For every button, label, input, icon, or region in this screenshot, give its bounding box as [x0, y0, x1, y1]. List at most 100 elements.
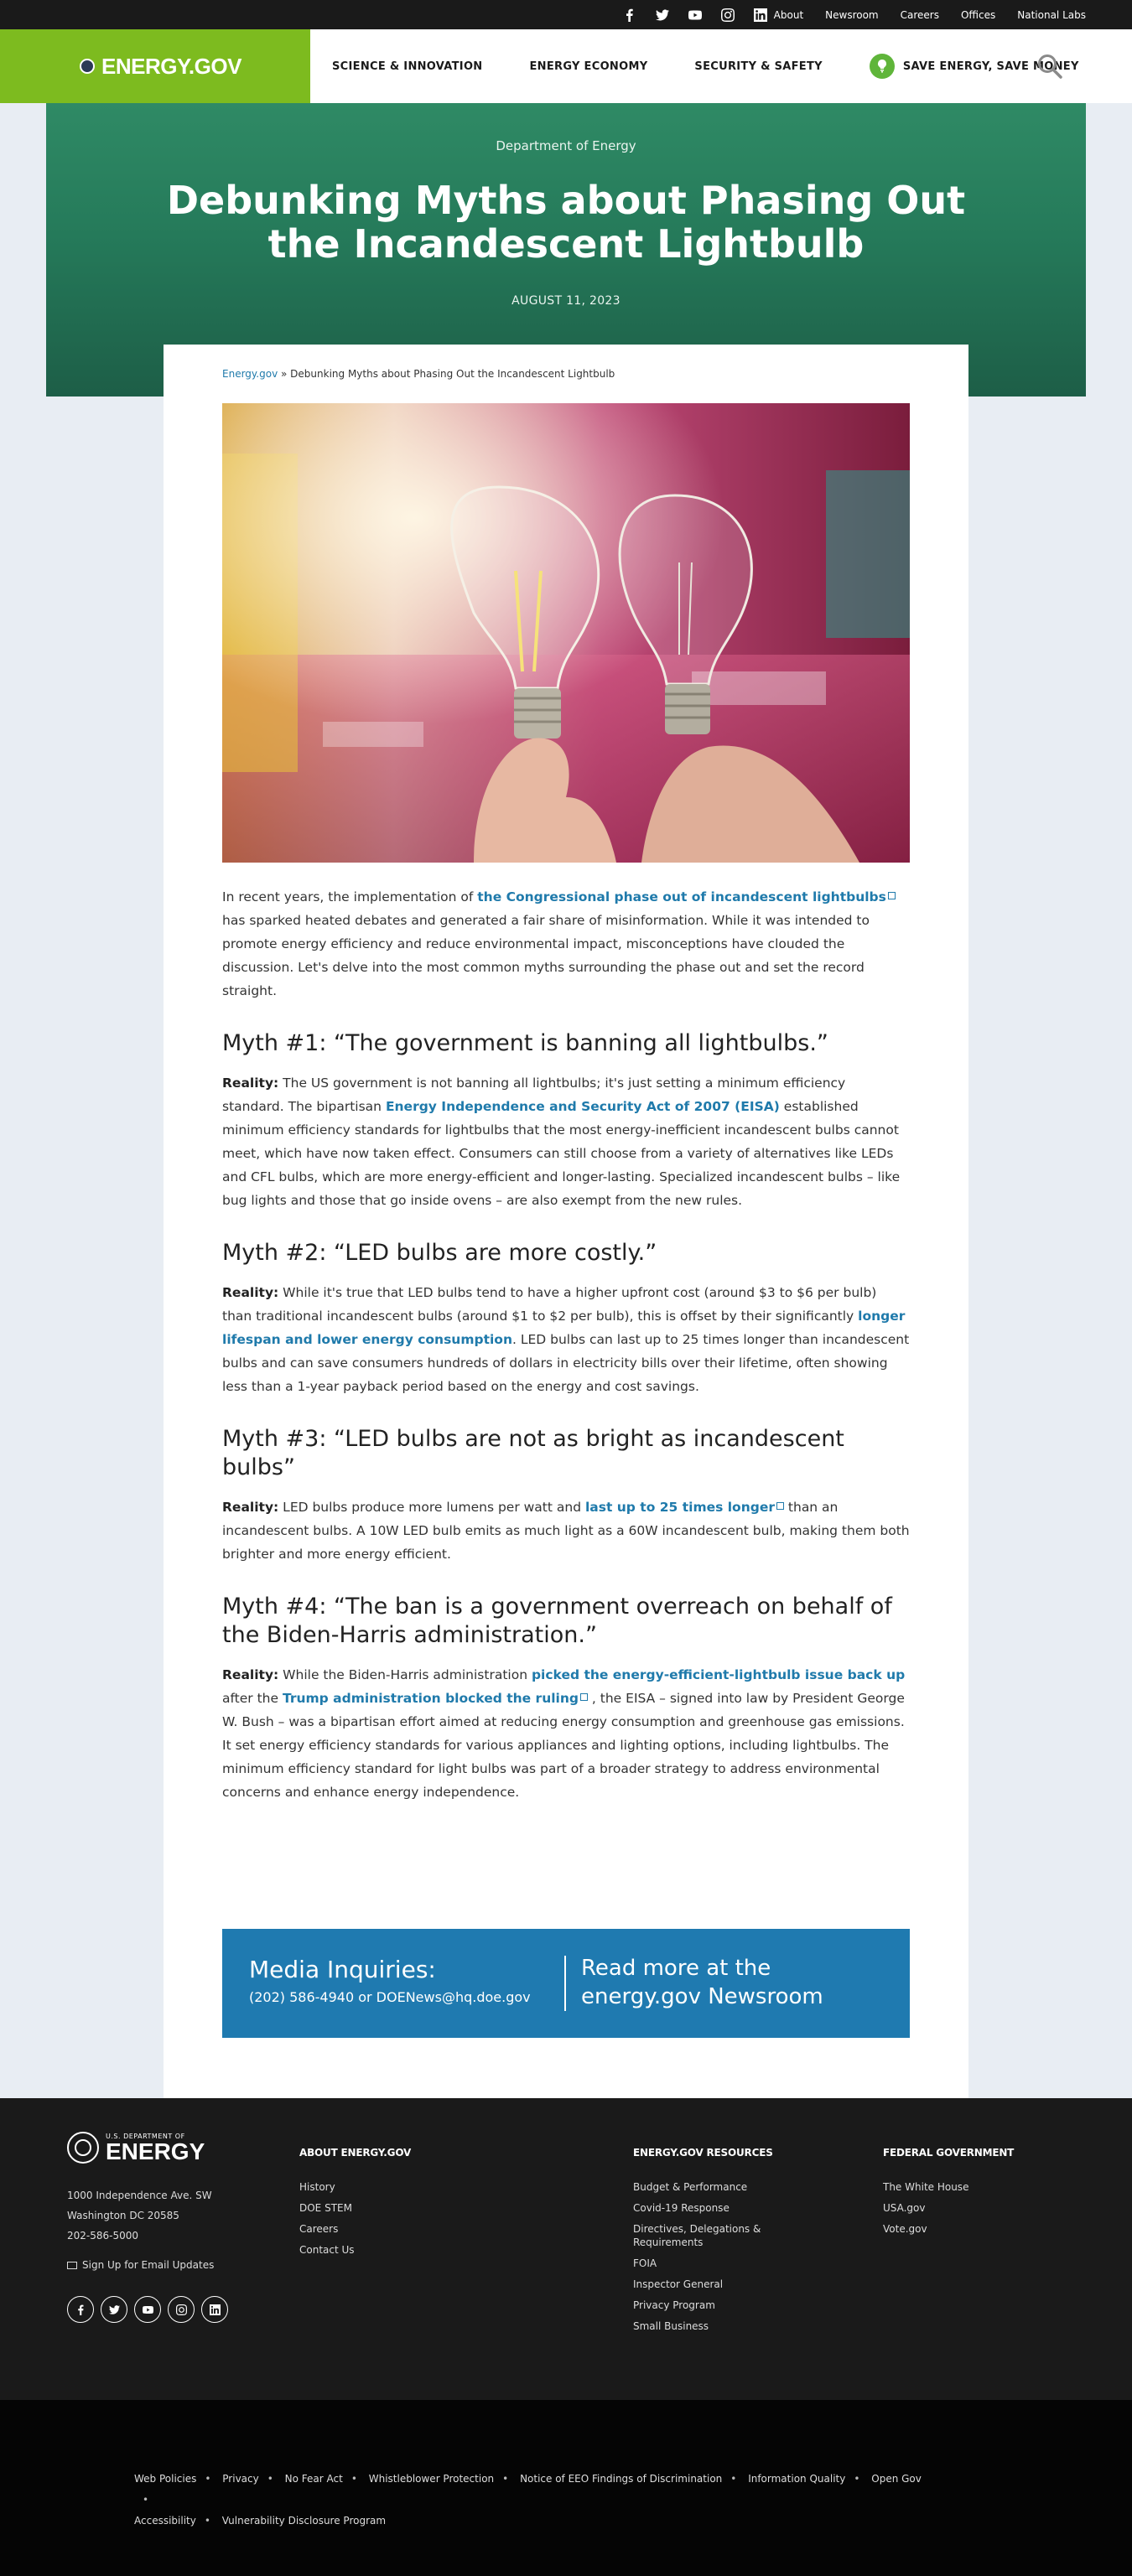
email-signup-link[interactable]: Sign Up for Email Updates	[67, 2259, 214, 2271]
page-title: Debunking Myths about Phasing Out the In…	[166, 178, 966, 267]
main-nav: SCIENCE & INNOVATION ENERGY ECONOMY SECU…	[332, 29, 1079, 103]
separator-dot: •	[730, 2473, 737, 2485]
instagram-icon[interactable]	[168, 2296, 195, 2323]
link-25-times-longer[interactable]: last up to 25 times longer	[585, 1500, 775, 1515]
myth-4-heading: Myth #4: “The ban is a government overre…	[222, 1594, 892, 1648]
lightbulbs-photo	[222, 403, 910, 863]
separator-dot: •	[267, 2473, 273, 2485]
myth-1-heading: Myth #1: “The government is banning all …	[222, 1030, 828, 1056]
footer-col-title: ENERGY.GOV RESOURCES	[633, 2147, 773, 2159]
utility-link-about[interactable]: About	[774, 9, 803, 21]
policy-links: Web Policies • Privacy • No Fear Act • Whis…	[134, 2469, 939, 2532]
footer-col-title: ABOUT ENERGY.GOV	[299, 2147, 412, 2159]
nav-science-innovation[interactable]: SCIENCE & INNOVATION	[332, 60, 482, 73]
phone-number: 202-586-5000	[67, 2230, 139, 2242]
media-contact[interactable]: (202) 586-4940 or DOENews@hq.doe.gov	[249, 1989, 531, 2005]
link-vulnerability-disclosure[interactable]: Vulnerability Disclosure Program	[222, 2515, 386, 2527]
separator-dot: •	[502, 2473, 509, 2485]
footer-link-history[interactable]: History	[299, 2180, 467, 2194]
footer-link-white-house[interactable]: The White House	[883, 2180, 1051, 2194]
myth-4-text-middle: after the	[222, 1691, 283, 1706]
utility-link-national-labs[interactable]: National Labs	[1017, 9, 1086, 21]
myth-3-paragraph: Reality: LED bulbs produce more lumens p…	[222, 1495, 910, 1566]
footer-link-small-business[interactable]: Small Business	[633, 2319, 784, 2333]
footer-link-usa-gov[interactable]: USA.gov	[883, 2201, 1051, 2215]
footer-link-privacy-program[interactable]: Privacy Program	[633, 2299, 784, 2312]
footer-logo[interactable]: U.S. DEPARTMENT OF ENERGY	[67, 2132, 205, 2164]
external-link-icon	[580, 1693, 588, 1701]
separator-dot: •	[854, 2473, 860, 2485]
footer-link-doe-stem[interactable]: DOE STEM	[299, 2201, 467, 2215]
myth-4-text-end: , the EISA – signed into law by Presiden…	[222, 1691, 905, 1800]
article-body: In recent years, the implementation of t…	[222, 885, 910, 1817]
youtube-icon[interactable]	[134, 2296, 161, 2323]
twitter-icon[interactable]	[101, 2296, 127, 2323]
link-information-quality[interactable]: Information Quality	[748, 2473, 845, 2485]
media-inquiries-box: Media Inquiries: (202) 586-4940 or DOENe…	[222, 1929, 910, 2038]
footer-link-directives[interactable]: Directives, Delegations & Requirements	[633, 2222, 784, 2249]
link-whistleblower[interactable]: Whistleblower Protection	[369, 2473, 494, 2485]
myth-2-text-start: While it's true that LED bulbs tend to h…	[222, 1285, 877, 1324]
site-logo[interactable]: ENERGY.GOV	[0, 29, 310, 103]
footer-link-budget[interactable]: Budget & Performance	[633, 2180, 784, 2194]
footer-address: 1000 Independence Ave. SW Washington DC …	[67, 2185, 212, 2246]
instagram-icon[interactable]	[711, 0, 744, 29]
breadcrumb: Energy.gov » Debunking Myths about Phasi…	[222, 368, 615, 380]
reality-label: Reality:	[222, 1667, 279, 1682]
reality-label: Reality:	[222, 1500, 279, 1515]
logo-text: ENERGY.GOV	[101, 53, 241, 79]
facebook-icon[interactable]	[613, 0, 646, 29]
footer-link-foia[interactable]: FOIA	[633, 2257, 784, 2270]
footer-link-inspector-general[interactable]: Inspector General	[633, 2278, 784, 2291]
link-accessibility[interactable]: Accessibility	[134, 2515, 196, 2527]
link-eisa[interactable]: Energy Independence and Security Act of …	[386, 1099, 780, 1114]
link-congressional-phase-out[interactable]: the Congressional phase out of incandesc…	[477, 889, 886, 904]
breadcrumb-home[interactable]: Energy.gov	[222, 368, 278, 380]
footer-col-resources: ENERGY.GOV RESOURCES Budget & Performanc…	[633, 2147, 784, 2340]
link-picked-issue-back-up[interactable]: picked the energy-efficient-lightbulb is…	[532, 1667, 905, 1682]
twitter-icon[interactable]	[646, 0, 678, 29]
link-no-fear-act[interactable]: No Fear Act	[285, 2473, 343, 2485]
separator-dot: •	[204, 2515, 210, 2527]
envelope-icon	[67, 2261, 77, 2269]
utility-link-newsroom[interactable]: Newsroom	[825, 9, 878, 21]
youtube-icon[interactable]	[678, 0, 711, 29]
external-link-icon	[887, 892, 896, 899]
address-line-2: Washington DC 20585	[67, 2210, 179, 2221]
myth-4-paragraph: Reality: While the Biden-Harris administ…	[222, 1663, 910, 1804]
address-line-1: 1000 Independence Ave. SW	[67, 2190, 212, 2201]
myth-2-heading: Myth #2: “LED bulbs are more costly.”	[222, 1240, 657, 1266]
site-footer: U.S. DEPARTMENT OF ENERGY 1000 Independe…	[0, 2098, 1132, 2400]
link-web-policies[interactable]: Web Policies	[134, 2473, 196, 2485]
footer-link-contact-us[interactable]: Contact Us	[299, 2243, 467, 2257]
breadcrumb-current: Debunking Myths about Phasing Out the In…	[290, 368, 615, 380]
utility-link-careers[interactable]: Careers	[901, 9, 939, 21]
utility-link-offices[interactable]: Offices	[961, 9, 995, 21]
utility-bar: About Newsroom Careers Offices National …	[0, 0, 1132, 29]
publish-date: AUGUST 11, 2023	[511, 294, 621, 308]
footer-link-covid[interactable]: Covid-19 Response	[633, 2201, 784, 2215]
nav-energy-economy[interactable]: ENERGY ECONOMY	[529, 60, 647, 73]
footer-link-careers[interactable]: Careers	[299, 2222, 467, 2236]
link-open-gov[interactable]: Open Gov	[871, 2473, 922, 2485]
link-eeo-findings[interactable]: Notice of EEO Findings of Discrimination	[520, 2473, 722, 2485]
separator-dot: •	[143, 2494, 149, 2506]
footer-link-vote-gov[interactable]: Vote.gov	[883, 2222, 1051, 2236]
linkedin-icon[interactable]	[201, 2296, 228, 2323]
intro-text-end: has sparked heated debates and generated…	[222, 913, 870, 998]
reality-label: Reality:	[222, 1075, 279, 1091]
sub-footer: Web Policies • Privacy • No Fear Act • Whis…	[0, 2400, 1132, 2576]
footer-logo-text: U.S. DEPARTMENT OF ENERGY	[106, 2133, 205, 2164]
myth-3-text-start: LED bulbs produce more lumens per watt a…	[278, 1500, 585, 1515]
doe-seal-icon	[67, 2132, 99, 2164]
doe-seal-icon	[80, 59, 95, 74]
myth-1-text-end: established minimum efficiency standards…	[222, 1099, 901, 1208]
newsroom-link[interactable]: Read more at the energy.gov Newsroom	[581, 1954, 849, 2011]
linkedin-icon[interactable]	[744, 0, 776, 29]
facebook-icon[interactable]	[67, 2296, 94, 2323]
link-trump-blocked-ruling[interactable]: Trump administration blocked the ruling	[283, 1691, 579, 1706]
nav-security-safety[interactable]: SECURITY & SAFETY	[694, 60, 822, 73]
link-privacy[interactable]: Privacy	[222, 2473, 258, 2485]
search-button[interactable]	[1033, 49, 1067, 83]
reality-label: Reality:	[222, 1285, 279, 1300]
